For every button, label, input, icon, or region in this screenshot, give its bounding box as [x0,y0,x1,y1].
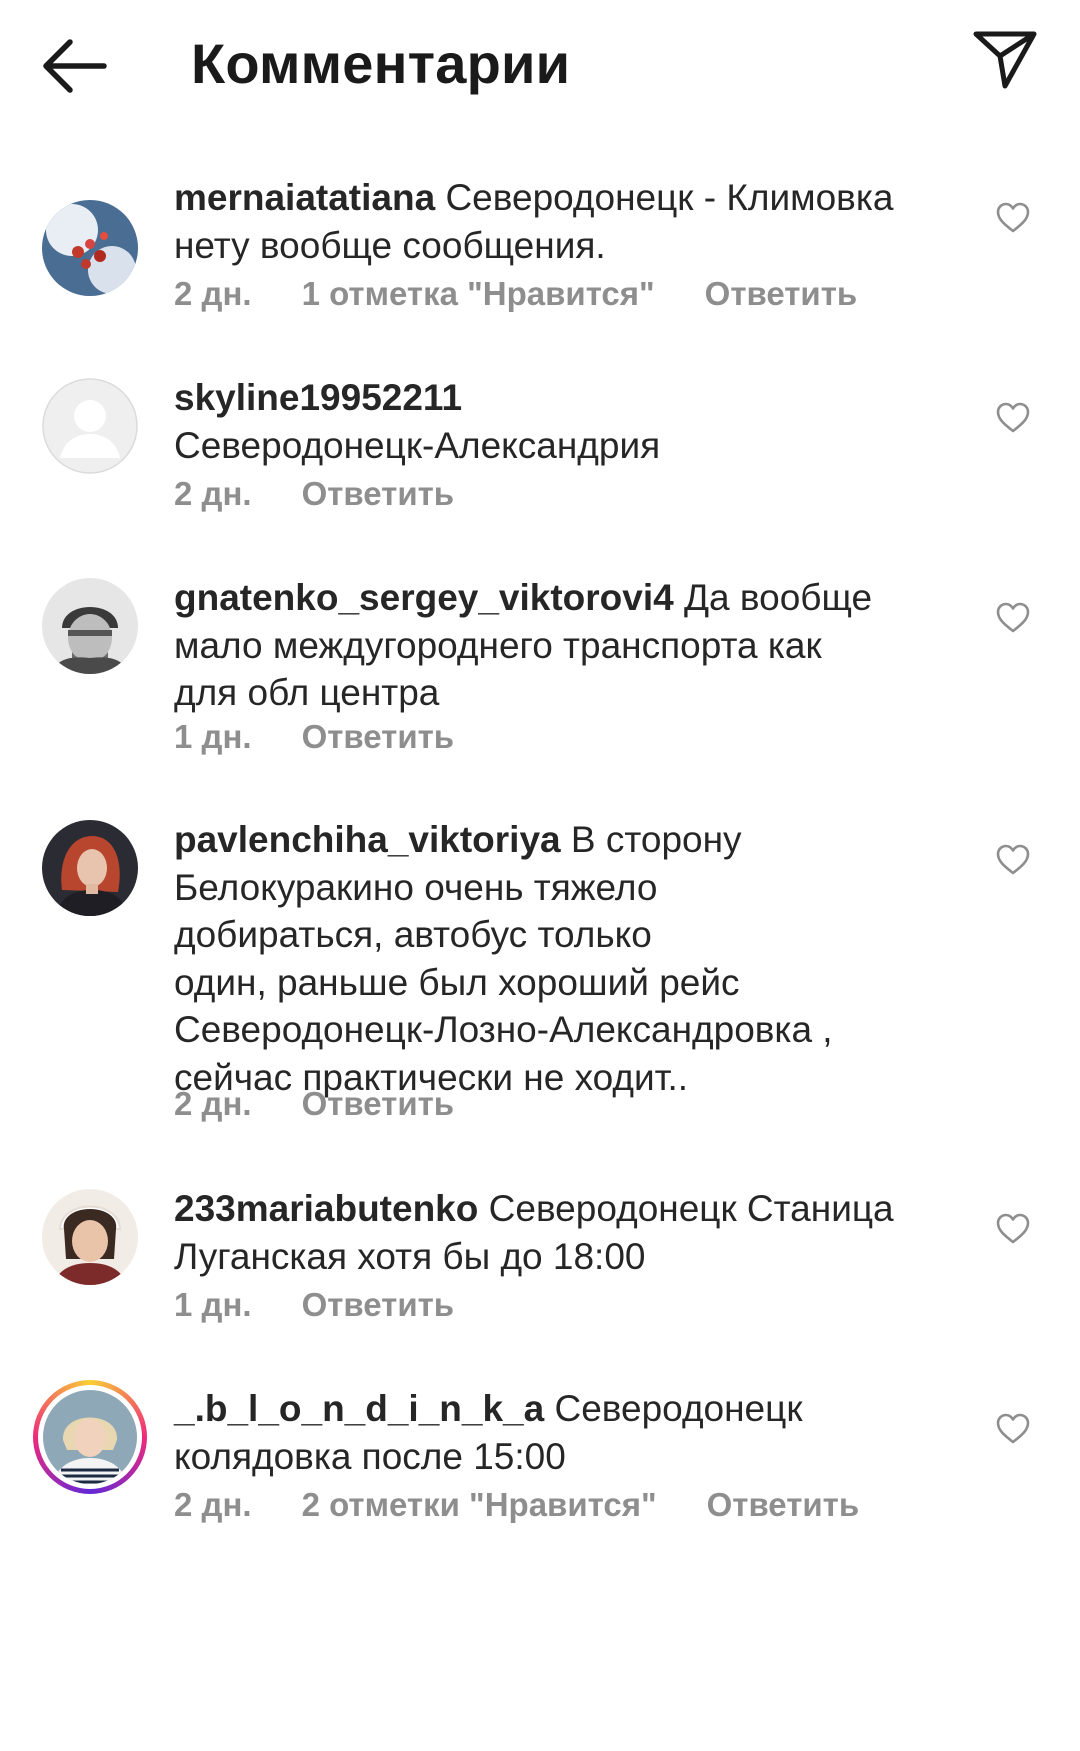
like-button[interactable] [996,202,1030,234]
comment-username[interactable]: 233mariabutenko [174,1188,478,1229]
arrow-left-icon [43,39,107,93]
comment-username[interactable]: pavlenchiha_viktoriya [174,819,561,860]
comment-meta: 2 дн. Ответить [174,1084,504,1124]
comment-text-block: skyline19952211 Северодонецк-Александрия [174,374,964,469]
like-button[interactable] [996,1213,1030,1245]
comment-text: Северодонецк-Александрия [174,424,661,466]
avatar[interactable] [42,378,138,474]
reply-button[interactable]: Ответить [302,1084,455,1124]
comment-time: 2 дн. [174,1085,252,1122]
comment-time: 1 дн. [174,1286,252,1323]
paper-plane-icon [973,31,1037,89]
avatar[interactable] [42,820,138,916]
avatar[interactable] [42,200,138,296]
reply-button[interactable]: Ответить [707,1485,860,1525]
comment-username[interactable]: _.b_l_o_n_d_i_n_k_a [174,1388,544,1429]
reply-button[interactable]: Ответить [302,474,455,514]
comment-text-block: gnatenko_sergey_viktorovi4 Да вообще мал… [174,574,964,717]
comment-username[interactable]: mernaiatatiana [174,177,435,218]
heart-icon [996,202,1030,233]
app-header: Комментарии [0,0,1080,130]
heart-icon [996,1213,1030,1244]
comment-username[interactable]: gnatenko_sergey_viktorovi4 [174,577,674,618]
like-button[interactable] [996,402,1030,434]
like-button[interactable] [996,1413,1030,1445]
heart-icon [996,1413,1030,1444]
comment-text-block: pavlenchiha_viktoriya В сторону Белокура… [174,816,964,1101]
avatar [38,1385,142,1489]
reply-button[interactable]: Ответить [302,717,455,757]
comment-meta: 1 дн. Ответить [174,1285,504,1325]
avatar[interactable] [42,578,138,674]
comment-text: В сторону Белокуракино очень тяжело доби… [174,819,833,1098]
reply-button[interactable]: Ответить [302,1285,455,1325]
comment-text-block: 233mariabutenko Северодонецк Станица Луг… [174,1185,964,1280]
comment-meta: 1 дн. Ответить [174,717,504,757]
comment-likes-count[interactable]: 1 отметка "Нравится" [302,274,655,314]
comment-text-block: mernaiatatiana Северодонецк - Климовка н… [174,174,964,269]
back-button[interactable] [40,36,110,96]
comment-likes-count[interactable]: 2 отметки "Нравится" [302,1485,657,1525]
comment-text-block: _.b_l_o_n_d_i_n_k_a Северодонецк колядов… [174,1385,964,1480]
comment-time: 2 дн. [174,275,252,312]
comment-meta: 2 дн. Ответить [174,474,504,514]
heart-icon [996,844,1030,875]
heart-icon [996,602,1030,633]
comment-username[interactable]: skyline19952211 [174,377,462,418]
like-button[interactable] [996,844,1030,876]
comment-meta: 2 дн. 2 отметки "Нравится" Ответить [174,1485,909,1525]
comment-meta: 2 дн. 1 отметка "Нравится" Ответить [174,274,907,314]
avatar[interactable] [42,1189,138,1285]
comment-time: 2 дн. [174,475,252,512]
comment-time: 2 дн. [174,1486,252,1523]
comment-time: 1 дн. [174,718,252,755]
avatar-with-story-ring[interactable] [33,1380,147,1494]
reply-button[interactable]: Ответить [705,274,858,314]
like-button[interactable] [996,602,1030,634]
share-button[interactable] [972,28,1040,92]
page-title: Комментарии [191,32,571,95]
heart-icon [996,402,1030,433]
